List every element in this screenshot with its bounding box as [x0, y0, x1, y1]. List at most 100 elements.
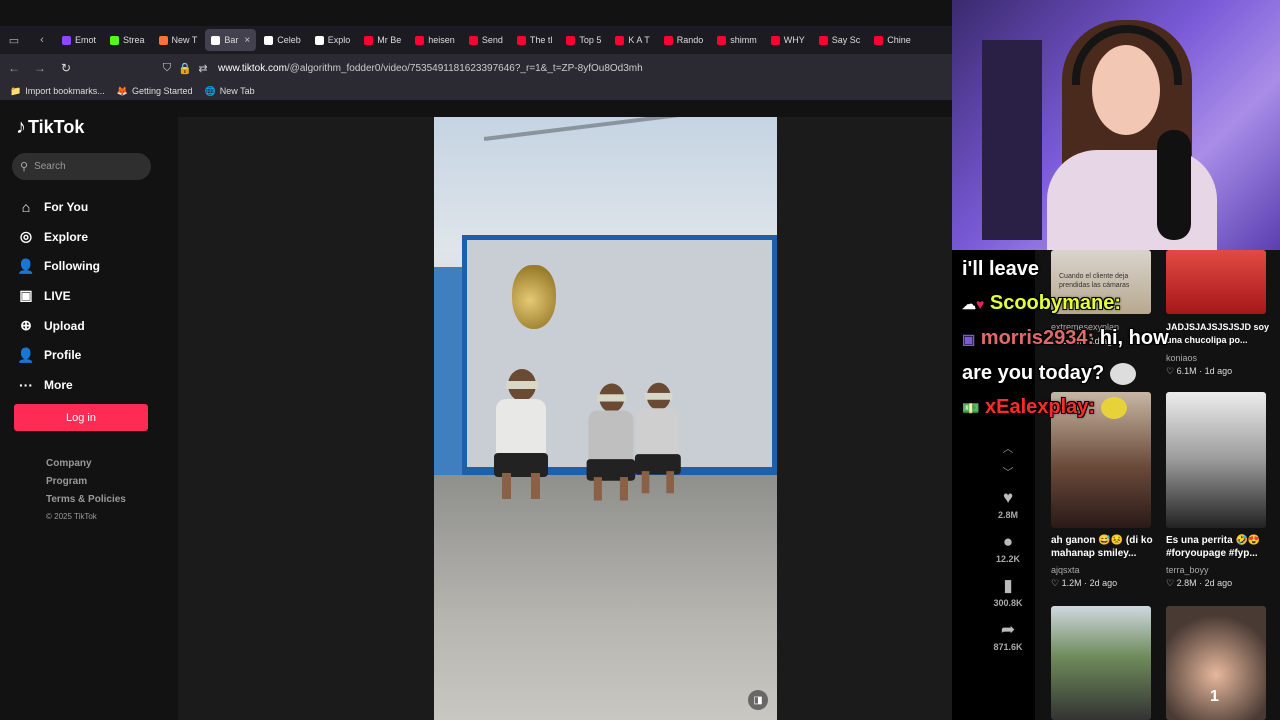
- tab-label: Celeb: [277, 35, 301, 45]
- browser-tab[interactable]: Mr Be: [358, 29, 407, 51]
- share-button[interactable]: ➦ 871.6K: [988, 620, 1028, 652]
- chevron-up-icon[interactable]: ︿: [988, 440, 1028, 464]
- chat-text: hi, how: [1099, 327, 1169, 349]
- bookmark-icon: ▮: [1003, 576, 1013, 595]
- footer-links: Company Program Terms & Policies © 2025 …: [46, 458, 126, 530]
- browser-tab[interactable]: Rando: [658, 29, 710, 51]
- nav-label: LIVE: [44, 288, 71, 303]
- tab-label: heisen: [428, 35, 455, 45]
- browser-tab[interactable]: Say Sc: [813, 29, 867, 51]
- tab-favicon-icon: [818, 35, 828, 45]
- tiktok-note-icon: ♪: [16, 116, 26, 138]
- bookmark-icon: 🌐: [204, 85, 216, 96]
- browser-tab[interactable]: The tl: [511, 29, 559, 51]
- sidebar-item-following[interactable]: 👤 Following: [16, 251, 100, 281]
- microphone: [1157, 130, 1191, 240]
- bookmark-item[interactable]: 🌐 New Tab: [205, 86, 255, 97]
- sidebar-item-for-you[interactable]: ⌂ For You: [16, 192, 100, 222]
- reload-icon[interactable]: ↻: [54, 56, 78, 80]
- search-input[interactable]: [34, 161, 135, 172]
- chat-username: morris2934:: [980, 327, 1095, 349]
- tab-favicon-icon: [110, 35, 120, 45]
- address-bar[interactable]: ⛉ 🔒 ⇄ www.tiktok.com/@algorithm_fodder0/…: [158, 56, 643, 80]
- tab-favicon-icon: [874, 35, 884, 45]
- footer-terms-link[interactable]: Terms & Policies: [46, 494, 126, 512]
- sidebar-item-explore[interactable]: ◎ Explore: [16, 222, 100, 252]
- sidebar-nav: ⌂ For You ◎ Explore 👤 Following ▣ LIVE ⊕ Upload 👤 P…: [16, 192, 100, 400]
- footer-company-link[interactable]: Company: [46, 458, 126, 476]
- tab-list-icon[interactable]: ▭: [0, 26, 28, 54]
- tab-favicon-icon: [566, 35, 576, 45]
- browser-tab[interactable]: Explo: [309, 29, 357, 51]
- comment-count: 12.2K: [995, 554, 1021, 564]
- permissions-icon[interactable]: ⇄: [194, 62, 212, 75]
- bookmark-item[interactable]: 🦊 Getting Started: [117, 86, 193, 97]
- video-thumbnail[interactable]: 1: [1166, 606, 1266, 720]
- tab-favicon-icon: [717, 35, 727, 45]
- tab-favicon-icon: [468, 35, 478, 45]
- browser-tab[interactable]: Chine: [868, 29, 917, 51]
- video-caption[interactable]: Es una perrita 🤣😍 #foryoupage #fyp...: [1166, 534, 1276, 560]
- chat-message: ☁♥ Scoobymane:: [962, 286, 1262, 321]
- video-roof: [483, 117, 773, 141]
- picture-in-picture-icon[interactable]: ◨: [748, 690, 768, 710]
- bookmark-item[interactable]: 📁 Import bookmarks...: [10, 86, 105, 97]
- video-thumbnail[interactable]: [1051, 606, 1151, 720]
- tab-label: Strea: [123, 35, 145, 45]
- video-author[interactable]: terra_boyy: [1166, 565, 1209, 575]
- browser-tab[interactable]: Emot: [56, 29, 102, 51]
- tab-label: Say Sc: [831, 35, 861, 45]
- search-box[interactable]: ⚲: [12, 153, 151, 180]
- browser-tab[interactable]: shimm: [711, 29, 763, 51]
- chevron-down-icon[interactable]: ﹀: [988, 464, 1028, 488]
- nav-label: Explore: [44, 229, 89, 244]
- tab-label: shimm: [730, 35, 757, 45]
- tab-label: K A T: [628, 35, 650, 45]
- close-tab-icon[interactable]: ×: [244, 35, 250, 46]
- url-text[interactable]: www.tiktok.com/@algorithm_fodder0/video/…: [218, 63, 643, 74]
- tab-favicon-icon: [516, 35, 526, 45]
- browser-tab[interactable]: Bar ×: [205, 29, 257, 51]
- bookmark-icon: 📁: [10, 85, 22, 96]
- video-player[interactable]: [434, 117, 777, 720]
- shield-icon[interactable]: ⛉: [158, 62, 176, 75]
- browser-tab[interactable]: WHY: [765, 29, 811, 51]
- video-caption[interactable]: ah ganon 😅😣 (di ko mahanap smiley...: [1051, 534, 1161, 560]
- browser-tab[interactable]: heisen: [409, 29, 461, 51]
- browser-tab[interactable]: K A T: [609, 29, 655, 51]
- lock-icon[interactable]: 🔒: [176, 62, 194, 75]
- like-count: 2.8M: [997, 510, 1018, 520]
- back-icon[interactable]: ←: [2, 56, 26, 80]
- tab-strip: Emot Strea New T Bar × Celeb Explo Mr Be heisen S…: [56, 29, 919, 51]
- share-count: 871.6K: [993, 642, 1023, 652]
- search-icon: ⚲: [20, 161, 29, 173]
- nav-label: For You: [44, 199, 89, 214]
- comment-button[interactable]: ● 12.2K: [988, 532, 1028, 564]
- chat-text: are you today?: [962, 362, 1105, 384]
- nav-icon: ▣: [19, 287, 33, 304]
- sidebar-item-live[interactable]: ▣ LIVE: [16, 281, 100, 311]
- sidebar-item-more[interactable]: ··· More: [16, 370, 100, 400]
- login-button[interactable]: Log in: [14, 404, 148, 431]
- tiktok-logo[interactable]: ♪ TikTok: [16, 116, 84, 139]
- bookmark-label: Import bookmarks...: [25, 86, 105, 96]
- browser-tab[interactable]: Top 5: [560, 29, 607, 51]
- bookmark-icon: 🦊: [116, 85, 128, 96]
- nav-label: Profile: [44, 348, 82, 363]
- sidebar-item-profile[interactable]: 👤 Profile: [16, 340, 100, 370]
- footer-program-link[interactable]: Program: [46, 476, 126, 494]
- tab-scroll-left-icon[interactable]: ‹: [28, 26, 56, 54]
- nav-icon: ◎: [19, 228, 33, 245]
- browser-tab[interactable]: Celeb: [258, 29, 307, 51]
- like-button[interactable]: ♥ 2.8M: [988, 488, 1028, 520]
- video-author[interactable]: ajqsxta: [1051, 565, 1080, 575]
- browser-tab[interactable]: Strea: [104, 29, 151, 51]
- browser-tab[interactable]: New T: [153, 29, 204, 51]
- sidebar-item-upload[interactable]: ⊕ Upload: [16, 311, 100, 341]
- browser-tab[interactable]: Send: [463, 29, 509, 51]
- tab-favicon-icon: [364, 35, 374, 45]
- bookmark-button[interactable]: ▮ 300.8K: [988, 576, 1028, 608]
- video-hanging-pot: [512, 265, 556, 329]
- video-side-wall: [434, 267, 464, 477]
- forward-icon[interactable]: →: [28, 56, 52, 80]
